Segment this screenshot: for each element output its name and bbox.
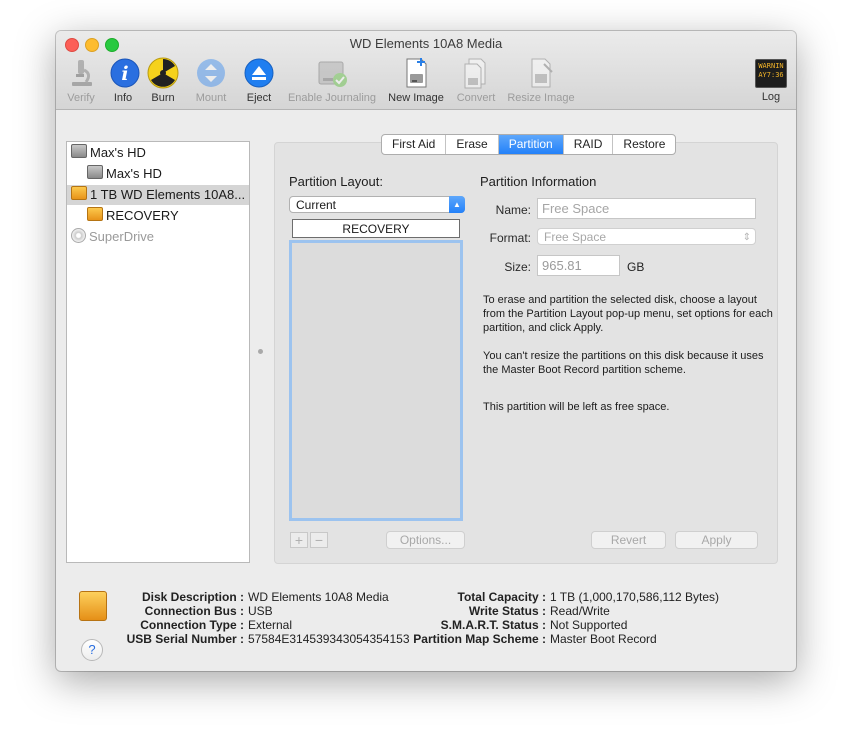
sidebar-item-maxs-hd-disk[interactable]: Max's HD [71, 143, 146, 163]
sidebar-item-label: SuperDrive [89, 229, 155, 244]
sidebar-item-label: 1 TB WD Elements 10A8... [90, 187, 246, 202]
convert-label: Convert [456, 92, 496, 104]
detail-key: USB Serial Number : [126, 632, 244, 646]
sidebar-item-wd-elements[interactable]: 1 TB WD Elements 10A8... [67, 185, 249, 205]
format-popup[interactable]: Free Space ⇕ [537, 228, 756, 245]
external-disk-icon [71, 186, 87, 200]
mount-button[interactable]: Mount [193, 56, 229, 104]
partition-info-title: Partition Information [480, 174, 597, 189]
format-label: Format: [489, 231, 531, 245]
sidebar-item-recovery[interactable]: RECOVERY [87, 206, 179, 226]
detail-value: USB [248, 604, 273, 618]
eject-button[interactable]: Eject [242, 56, 276, 104]
detail-value: Not Supported [550, 618, 628, 632]
verify-label: Verify [67, 92, 95, 104]
partition-block-recovery[interactable]: RECOVERY [292, 219, 460, 238]
detail-key: Connection Type : [140, 618, 244, 632]
partition-layout-label: Partition Layout: [289, 174, 383, 189]
detail-value: Master Boot Record [550, 632, 657, 646]
disk-utility-window: WD Elements 10A8 Media Verify i Info Bur… [56, 31, 796, 671]
free-space-notice-text: This partition will be left as free spac… [483, 401, 670, 413]
chevron-up-down-icon: ▲ [449, 196, 465, 213]
partition-block-free-space[interactable] [289, 240, 463, 521]
tab-partition[interactable]: Partition [498, 135, 564, 154]
external-volume-icon [87, 207, 103, 221]
burn-label: Burn [151, 92, 175, 104]
enable-journaling-label: Enable Journaling [287, 92, 377, 104]
help-button[interactable]: ? [81, 639, 103, 661]
remove-partition-button[interactable]: − [310, 532, 328, 548]
size-label: Size: [504, 260, 531, 274]
add-partition-button[interactable]: + [290, 532, 308, 548]
tab-restore[interactable]: Restore [613, 135, 675, 154]
info-label: Info [113, 92, 133, 104]
split-view-handle[interactable] [258, 349, 263, 354]
apply-button[interactable]: Apply [675, 531, 758, 549]
disk-list-sidebar: Max's HD Max's HD 1 TB WD Elements 10A8.… [66, 141, 250, 563]
detail-key: Write Status : [468, 604, 546, 618]
mount-label: Mount [195, 92, 227, 104]
tab-erase[interactable]: Erase [446, 135, 499, 154]
burn-radiation-icon [146, 56, 180, 90]
detail-key: S.M.A.R.T. Status : [440, 618, 546, 632]
name-label: Name: [495, 203, 531, 217]
options-button[interactable]: Options... [386, 531, 465, 549]
format-value: Free Space [544, 230, 607, 244]
optical-drive-icon [71, 228, 86, 243]
new-image-icon [399, 56, 433, 90]
eject-icon [242, 56, 276, 90]
svg-text:i: i [121, 63, 128, 85]
sidebar-item-superdrive[interactable]: SuperDrive [71, 227, 154, 247]
partition-layout-popup[interactable]: Current ▲ [289, 196, 465, 213]
tab-raid[interactable]: RAID [564, 135, 614, 154]
new-image-button[interactable]: New Image [385, 56, 447, 104]
microscope-icon [64, 56, 98, 90]
detail-value: WD Elements 10A8 Media [248, 590, 389, 604]
enable-journaling-button[interactable]: Enable Journaling [282, 56, 382, 104]
volume-icon [87, 165, 103, 179]
info-button[interactable]: i Info [108, 56, 140, 104]
detail-key: Disk Description : [141, 590, 244, 604]
mount-icon [194, 56, 228, 90]
partition-layout-value: Current [296, 198, 337, 212]
detail-key: Partition Map Scheme : [413, 632, 546, 646]
chevron-up-down-icon: ⇕ [742, 232, 751, 243]
burn-button[interactable]: Burn [146, 56, 180, 104]
convert-icon [459, 56, 493, 90]
sidebar-item-label: Max's HD [106, 166, 162, 181]
journaling-disk-icon [315, 56, 349, 90]
resize-image-icon [524, 56, 558, 90]
log-label: Log [761, 91, 781, 103]
detail-key: Total Capacity : [457, 590, 546, 604]
console-log-icon: WARNIN AY7:36 [755, 59, 787, 88]
detail-value: 1 TB (1,000,170,586,112 Bytes) [550, 590, 720, 604]
tab-bar: First Aid Erase Partition RAID Restore [381, 134, 677, 155]
log-icon-line-1: WARNIN [758, 62, 784, 70]
toolbar: WD Elements 10A8 Media Verify i Info Bur… [56, 31, 796, 110]
detail-value: External [248, 618, 293, 632]
info-icon: i [108, 56, 142, 90]
eject-label: Eject [246, 92, 272, 104]
tab-first-aid[interactable]: First Aid [382, 135, 447, 154]
sidebar-item-label: Max's HD [90, 145, 146, 160]
size-field[interactable]: 965.81 [537, 255, 620, 276]
window-title: WD Elements 10A8 Media [349, 36, 503, 51]
new-image-label: New Image [388, 92, 444, 104]
size-unit: GB [627, 260, 645, 274]
convert-button[interactable]: Convert [453, 56, 499, 104]
detail-key: Connection Bus : [144, 604, 244, 618]
instructions-text: To erase and partition the selected disk… [483, 294, 773, 334]
resize-image-label: Resize Image [507, 92, 575, 104]
sidebar-item-maxs-hd-volume[interactable]: Max's HD [87, 164, 162, 184]
sidebar-item-label: RECOVERY [106, 208, 179, 223]
detail-value: Read/Write [550, 604, 610, 618]
mbr-notice-text: You can't resize the partitions on this … [483, 350, 764, 376]
internal-disk-icon [71, 144, 87, 158]
log-icon-line-2: AY7:36 [758, 71, 784, 79]
resize-image-button[interactable]: Resize Image [504, 56, 578, 104]
revert-button[interactable]: Revert [591, 531, 666, 549]
log-button[interactable]: WARNIN AY7:36 Log [755, 56, 787, 103]
verify-button[interactable]: Verify [62, 56, 100, 104]
name-field[interactable]: Free Space [537, 198, 756, 219]
